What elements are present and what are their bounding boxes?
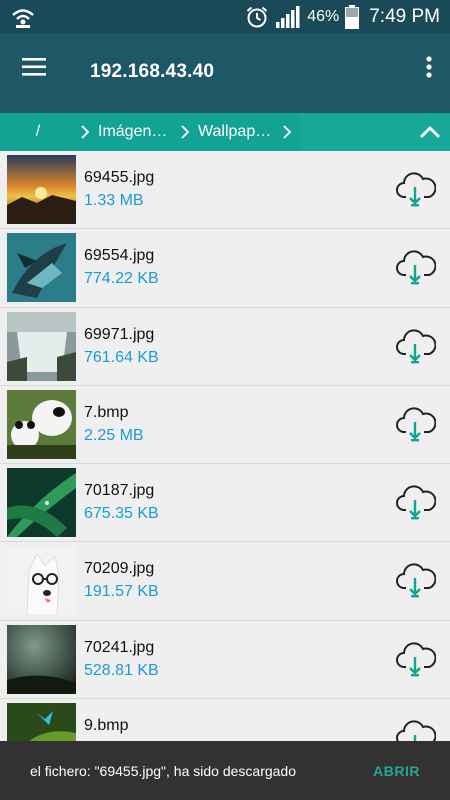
app-bar: 192.168.43.40 [0,33,450,113]
file-name: 7.bmp [84,403,129,421]
file-row[interactable]: 69554.jpg 774.22 KB [0,229,450,308]
file-thumbnail [7,389,76,459]
file-thumbnail [7,703,76,741]
file-name: 70187.jpg [84,482,155,500]
file-name: 69554.jpg [84,247,155,265]
battery-icon [345,4,360,29]
cloud-download-icon[interactable] [396,641,436,677]
file-size: 761.64 KB [84,348,159,366]
file-name: 69971.jpg [84,325,155,343]
file-row[interactable]: 9.bmp [0,699,450,741]
file-thumbnail [7,155,76,224]
cloud-download-icon[interactable] [396,484,436,520]
file-size: 774.22 KB [84,270,159,288]
file-thumbnail [7,624,76,694]
chevron-right-icon [176,124,194,140]
signal-icon [276,5,300,28]
file-name: 70209.jpg [84,560,155,578]
breadcrumb-label: Imágen… [98,123,168,140]
breadcrumb-label: Wallpap… [198,123,272,140]
file-name: 70241.jpg [84,638,155,656]
cloud-download-icon[interactable] [396,249,436,285]
cloud-download-icon[interactable] [396,406,436,442]
chevron-up-icon [420,126,440,138]
file-thumbnail [7,468,76,538]
alarm-icon [247,6,268,27]
hamburger-menu-icon[interactable] [16,53,54,83]
file-size: 1.33 MB [84,192,144,209]
more-vert-icon[interactable] [422,53,436,83]
file-size: 675.35 KB [84,505,159,523]
collapse-breadcrumb-button[interactable] [300,113,450,151]
clock: 7:49 PM [369,5,440,27]
breadcrumb-item-root[interactable]: / [0,113,76,151]
status-bar: 46% 7:49 PM [0,0,450,33]
breadcrumb-label: / [35,123,41,140]
breadcrumb: / Imágen… Wallpap… [0,113,450,151]
file-thumbnail [7,311,76,381]
snackbar-message: el fichero: "69455.jpg", ha sido descarg… [30,763,297,779]
file-row[interactable]: 7.bmp 2.25 MB [0,385,450,465]
file-size: 2.25 MB [84,426,144,444]
cloud-download-icon[interactable] [396,171,436,207]
file-row[interactable]: 70241.jpg 528.81 KB [0,620,450,700]
breadcrumb-item-imagenes[interactable]: Imágen… [94,113,176,151]
file-size: 528.81 KB [84,661,159,679]
open-button[interactable]: ABRIR [373,763,420,779]
breadcrumb-item-wallpapers[interactable]: Wallpap… [194,113,278,151]
file-size: 191.57 KB [84,583,159,601]
chevron-right-icon [278,124,296,140]
cloud-download-icon[interactable] [396,562,436,598]
chevron-right-icon [76,124,94,140]
snackbar: el fichero: "69455.jpg", ha sido descarg… [0,741,450,800]
file-row[interactable]: 70209.jpg 191.57 KB [0,542,450,621]
file-thumbnail [7,546,76,616]
battery-percent: 46% [307,7,340,25]
cloud-download-icon[interactable] [396,719,436,741]
file-list: 69455.jpg 1.33 MB 69554.jpg 774.22 KB 69… [0,151,450,741]
cloud-download-icon[interactable] [396,328,436,364]
file-name: 69455.jpg [84,169,155,186]
file-row[interactable]: 70187.jpg 675.35 KB [0,464,450,543]
file-name: 9.bmp [84,717,129,735]
file-thumbnail [7,233,76,303]
page-title: 192.168.43.40 [90,61,215,82]
wifi-hotspot-icon [12,9,34,28]
file-row[interactable]: 69455.jpg 1.33 MB [0,151,450,230]
file-row[interactable]: 69971.jpg 761.64 KB [0,307,450,386]
